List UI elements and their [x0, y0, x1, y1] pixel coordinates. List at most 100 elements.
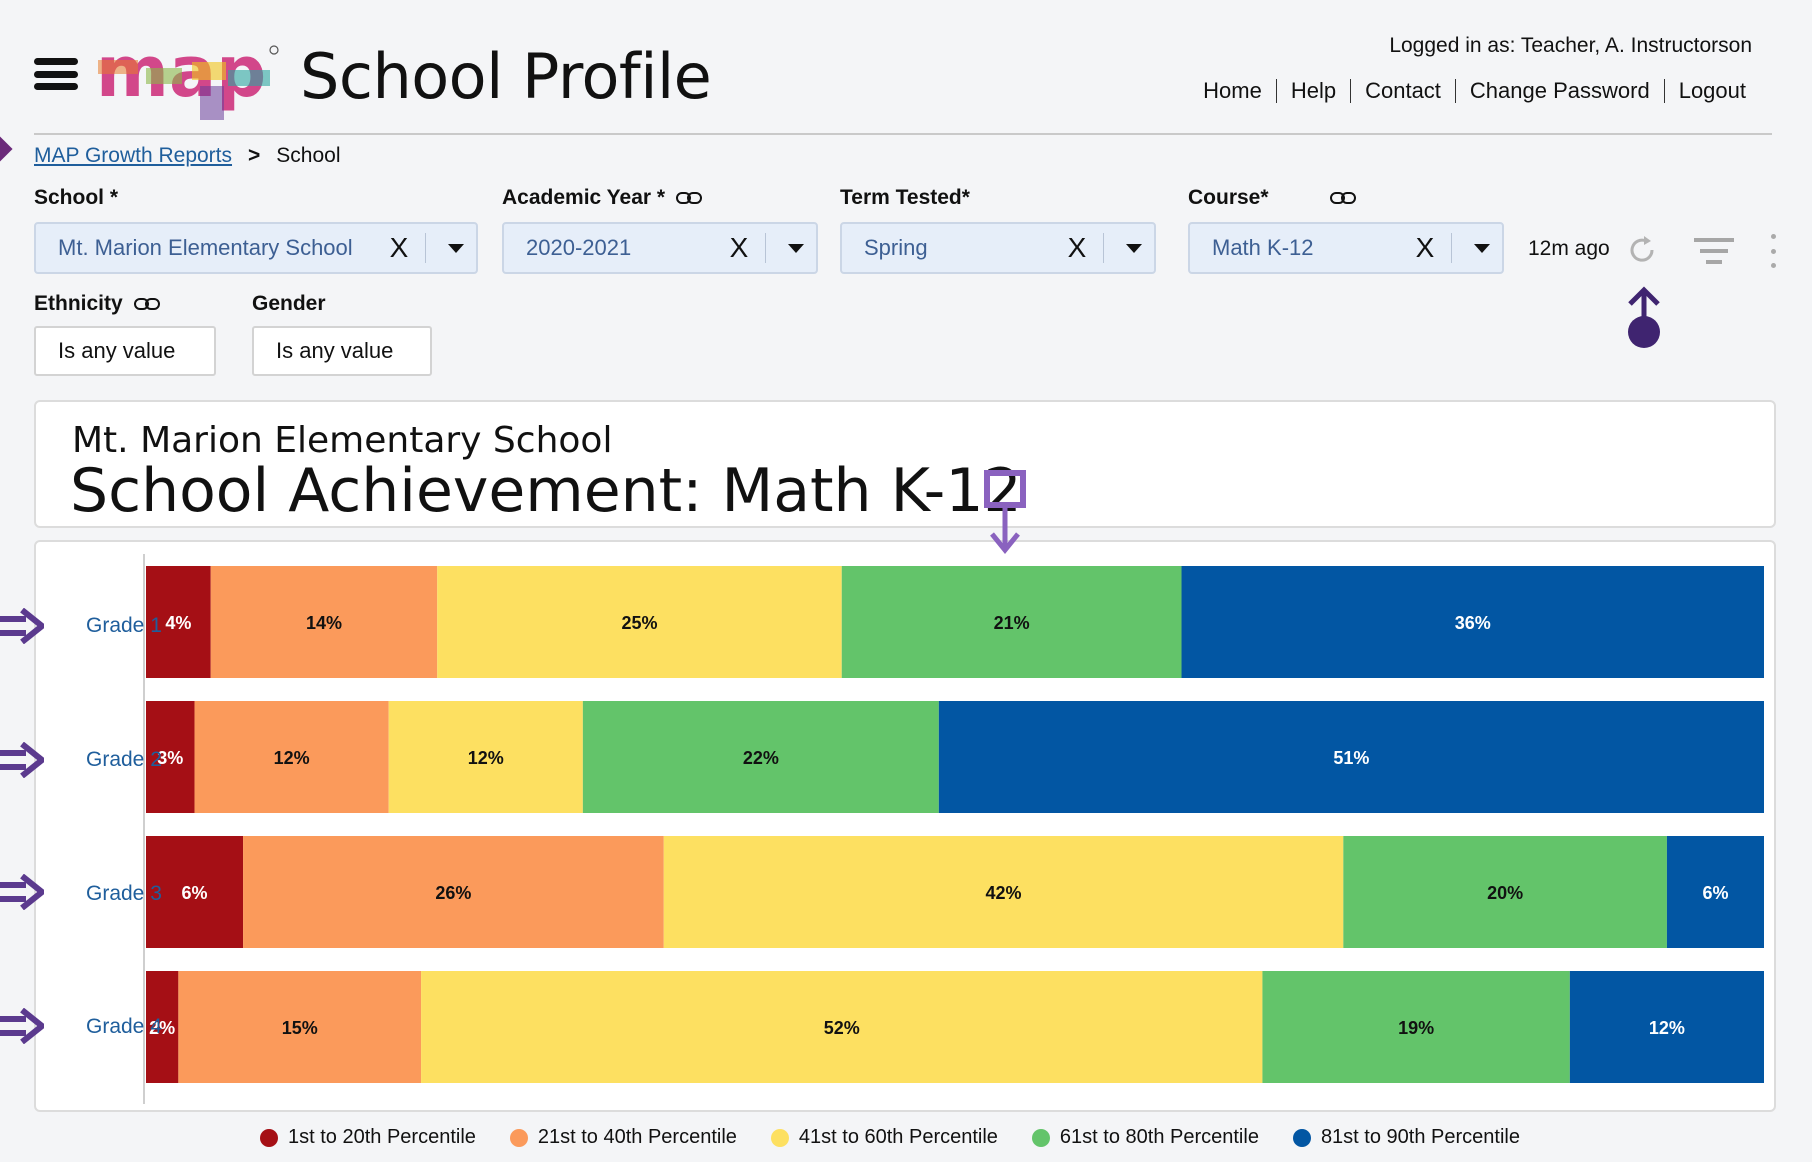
- link-icon[interactable]: [1329, 190, 1357, 206]
- bar-data-label: 15%: [282, 1018, 318, 1038]
- bar-data-label: 6%: [1702, 883, 1728, 903]
- term-filter-label: Term Tested*: [840, 186, 970, 210]
- legend-item[interactable]: 81st to 90th Percentile: [1292, 1126, 1520, 1149]
- bar-data-label: 36%: [1455, 613, 1491, 633]
- academic-year-filter[interactable]: 2020-2021 X: [502, 222, 818, 274]
- filter-icon[interactable]: [1692, 234, 1736, 268]
- course-label-text: Course*: [1188, 186, 1269, 209]
- breadcrumb-current: School: [276, 144, 341, 167]
- right-arrow-icon: [0, 874, 44, 910]
- academic-year-filter-value: 2020-2021: [526, 235, 632, 260]
- legend-item[interactable]: 41st to 60th Percentile: [770, 1126, 998, 1149]
- right-arrow-icon: [0, 1008, 44, 1044]
- academic-year-label-text: Academic Year *: [502, 186, 666, 209]
- school-clear-icon[interactable]: X: [381, 232, 417, 264]
- bar-data-label: 12%: [274, 748, 310, 768]
- grade-label[interactable]: Grade 4: [86, 1015, 162, 1039]
- legend-dot: [1292, 1128, 1311, 1147]
- more-options-icon[interactable]: [1768, 234, 1778, 268]
- bar-data-label: 51%: [1333, 748, 1369, 768]
- bar-data-label: 52%: [824, 1018, 860, 1038]
- academic-year-dropdown-icon[interactable]: [776, 224, 816, 272]
- ethnicity-filter[interactable]: Is any value: [34, 326, 216, 376]
- report-school-name: Mt. Marion Elementary School: [72, 420, 613, 461]
- nav-change-password[interactable]: Change Password: [1456, 78, 1664, 104]
- chart-legend: 1st to 20th Percentile 21st to 40th Perc…: [260, 1126, 1520, 1149]
- legend-dot: [770, 1128, 789, 1147]
- school-label-text: School *: [34, 186, 119, 209]
- filter-divider: [1103, 233, 1104, 263]
- achievement-chart-card: 4% 14% 25% 21% 36% 3% 12% 12% 22% 51% 6% 26% 42% 20% 6…: [34, 540, 1776, 1112]
- filter-divider: [765, 233, 766, 263]
- course-filter[interactable]: Math K-12 X: [1188, 222, 1504, 274]
- right-arrow-icon: [0, 742, 44, 778]
- link-icon[interactable]: [675, 190, 703, 206]
- legend-label: 81st to 90th Percentile: [1320, 1126, 1520, 1148]
- link-icon[interactable]: [133, 296, 161, 312]
- course-filter-label: Course*: [1188, 186, 1357, 210]
- school-dropdown-icon[interactable]: [436, 224, 476, 272]
- legend-label: 41st to 60th Percentile: [798, 1126, 998, 1148]
- academic-year-clear-icon[interactable]: X: [721, 232, 757, 264]
- course-clear-icon[interactable]: X: [1407, 232, 1443, 264]
- page-title: School Profile: [300, 40, 712, 113]
- grade-label[interactable]: Grade 2: [86, 748, 162, 772]
- legend-label: 21st to 40th Percentile: [537, 1126, 737, 1148]
- grade-label[interactable]: Grade 1: [86, 614, 162, 638]
- bar-data-label: 19%: [1398, 1018, 1434, 1038]
- legend-item[interactable]: 61st to 80th Percentile: [1031, 1126, 1259, 1149]
- achievement-chart: 4% 14% 25% 21% 36%3% 12% 12% 22% 51%6% 26% 42% 20% 6…: [143, 554, 1764, 1104]
- bar-data-label: 26%: [435, 883, 471, 903]
- course-filter-value: Math K-12: [1212, 235, 1314, 260]
- legend-item[interactable]: 1st to 20th Percentile: [260, 1126, 476, 1149]
- breadcrumb-link-map-growth-reports[interactable]: MAP Growth Reports: [34, 144, 232, 168]
- breadcrumb: MAP Growth Reports > School: [34, 144, 341, 168]
- map-logo: map: [96, 40, 279, 120]
- legend-dot: [1031, 1128, 1050, 1147]
- school-filter-label: School *: [34, 186, 118, 210]
- term-clear-icon[interactable]: X: [1059, 232, 1095, 264]
- refresh-icon[interactable]: [1626, 234, 1658, 266]
- gender-label-text: Gender: [252, 292, 326, 315]
- legend-dot: [260, 1128, 278, 1147]
- ethnicity-label-text: Ethnicity: [34, 292, 123, 315]
- legend-item[interactable]: 21st to 40th Percentile: [509, 1126, 737, 1149]
- bar-data-label: 6%: [182, 883, 208, 903]
- course-dropdown-icon[interactable]: [1462, 224, 1502, 272]
- ethnicity-filter-label: Ethnicity: [34, 292, 161, 316]
- nav-contact[interactable]: Contact: [1351, 78, 1455, 104]
- filter-divider: [1451, 233, 1452, 263]
- nav-logout[interactable]: Logout: [1665, 78, 1760, 104]
- report-title: School Achievement: Math K-12: [70, 456, 1022, 526]
- term-filter-value: Spring: [864, 235, 928, 260]
- legend-label: 61st to 80th Percentile: [1059, 1126, 1259, 1148]
- school-filter[interactable]: Mt. Marion Elementary School X: [34, 222, 478, 274]
- nav-home[interactable]: Home: [1189, 78, 1276, 104]
- bar-data-label: 22%: [743, 748, 779, 768]
- legend-dot: [509, 1128, 528, 1147]
- term-label-text: Term Tested*: [840, 186, 970, 209]
- breadcrumb-separator: >: [248, 144, 261, 167]
- header-divider: [34, 133, 1772, 135]
- report-title-card: Mt. Marion Elementary School School Achi…: [34, 400, 1776, 528]
- school-filter-value: Mt. Marion Elementary School: [58, 235, 353, 260]
- bar-data-label: 25%: [621, 613, 657, 633]
- gender-filter-label: Gender: [252, 292, 326, 316]
- term-dropdown-icon[interactable]: [1114, 224, 1154, 272]
- gender-filter[interactable]: Is any value: [252, 326, 432, 376]
- nav-help[interactable]: Help: [1277, 78, 1350, 104]
- bar-data-label: 4%: [165, 613, 191, 633]
- bar-data-label: 14%: [306, 613, 342, 633]
- side-panel-tab[interactable]: [0, 133, 13, 165]
- menu-icon[interactable]: [34, 58, 78, 90]
- academic-year-filter-label: Academic Year *: [502, 186, 703, 210]
- refresh-time: 12m ago: [1528, 237, 1610, 260]
- legend-label: 1st to 20th Percentile: [288, 1126, 476, 1148]
- bar-data-label: 20%: [1487, 883, 1523, 903]
- term-filter[interactable]: Spring X: [840, 222, 1156, 274]
- bar-data-label: 12%: [468, 748, 504, 768]
- drop-marker-icon: [984, 470, 1026, 554]
- bar-data-label: 21%: [994, 613, 1030, 633]
- grade-label[interactable]: Grade 3: [86, 882, 162, 906]
- pin-marker-icon: [1628, 286, 1660, 348]
